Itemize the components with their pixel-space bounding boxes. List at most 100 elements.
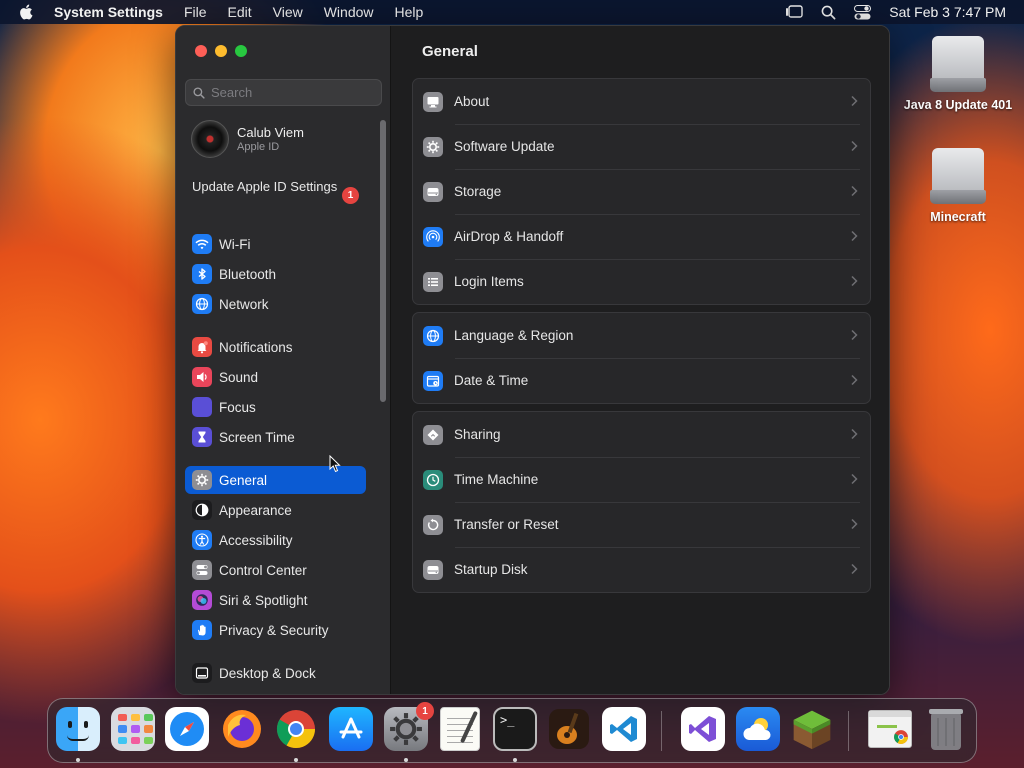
- avatar: [191, 120, 229, 158]
- settings-group: About Software Update Storage AirDrop & Han…: [412, 78, 871, 305]
- dock-badge: 1: [416, 702, 434, 720]
- sidebar-item-label: Bluetooth: [219, 266, 277, 282]
- desktop-icon-minecraft[interactable]: Minecraft: [898, 148, 1018, 224]
- settings-row-airdrop-handoff[interactable]: AirDrop & Handoff: [413, 214, 870, 259]
- sidebar-item-focus[interactable]: Focus: [185, 393, 366, 421]
- account-subtitle: Apple ID: [237, 141, 280, 153]
- settings-row-about[interactable]: About: [413, 79, 870, 124]
- globe-icon: [423, 325, 443, 346]
- globe-icon: [192, 294, 212, 314]
- textedit-icon[interactable]: [438, 707, 482, 751]
- disk-icon: [930, 36, 986, 92]
- minimize-button[interactable]: [215, 45, 227, 57]
- menu-help[interactable]: Help: [395, 4, 424, 20]
- sidebar-item-label: Sound: [219, 369, 259, 385]
- settings-row-software-update[interactable]: Software Update: [413, 124, 870, 169]
- chevron-right-icon: [851, 230, 858, 242]
- appearance-icon: [192, 500, 212, 520]
- desktop-icon-java[interactable]: Java 8 Update 401: [898, 36, 1018, 112]
- settings-row-date-time[interactable]: Date & Time: [413, 358, 870, 403]
- chrome-icon[interactable]: [274, 707, 318, 751]
- settings-row-label: Storage: [454, 184, 502, 199]
- visual-studio-icon[interactable]: [681, 707, 725, 751]
- control-center-icon[interactable]: [853, 4, 871, 20]
- chevron-right-icon: [851, 329, 858, 341]
- menu-view[interactable]: View: [273, 4, 303, 20]
- sidebar-item-label: Siri & Spotlight: [219, 592, 308, 608]
- list-icon: [423, 271, 443, 292]
- sidebar-item-bluetooth[interactable]: Bluetooth: [185, 260, 366, 288]
- running-indicator: [513, 758, 517, 762]
- sidebar-item-privacy-security[interactable]: Privacy & Security: [185, 616, 366, 644]
- chevron-right-icon: [851, 374, 858, 386]
- sidebar-item-label: Accessibility: [219, 532, 293, 548]
- settings-row-language-region[interactable]: Language & Region: [413, 313, 870, 358]
- sidebar-item-next-partial[interactable]: [185, 691, 366, 694]
- drive-icon: [423, 181, 443, 202]
- search-icon: [193, 86, 205, 99]
- search-input[interactable]: [211, 85, 371, 100]
- calendar-icon: [423, 370, 443, 391]
- garageband-icon[interactable]: [547, 707, 591, 751]
- minecraft-icon[interactable]: [790, 707, 834, 751]
- settings-row-startup-disk[interactable]: Startup Disk: [413, 547, 870, 592]
- settings-row-transfer-or-reset[interactable]: Transfer or Reset: [413, 502, 870, 547]
- gear-icon: [423, 136, 443, 157]
- menu-file[interactable]: File: [184, 4, 207, 20]
- settings-row-sharing[interactable]: Sharing: [413, 412, 870, 457]
- wifi-icon: [192, 234, 212, 254]
- menu-window[interactable]: Window: [324, 4, 374, 20]
- bell-icon: [192, 337, 212, 357]
- sidebar-item-screen-time[interactable]: Screen Time: [185, 423, 366, 451]
- gear-icon: [192, 470, 212, 490]
- settings-row-storage[interactable]: Storage: [413, 169, 870, 214]
- dock: 1 >_: [47, 698, 977, 763]
- finder-icon[interactable]: [56, 707, 100, 751]
- siri-icon: [192, 590, 212, 610]
- close-button[interactable]: [195, 45, 207, 57]
- trash-icon[interactable]: [924, 707, 968, 751]
- search-field[interactable]: [185, 79, 382, 106]
- system-settings-window: Calub Viem Apple ID Update Apple ID Sett…: [175, 25, 890, 695]
- spotlight-search-icon[interactable]: [819, 4, 837, 20]
- apple-menu-icon[interactable]: [18, 3, 36, 21]
- sidebar-item-desktop-dock[interactable]: Desktop & Dock: [185, 659, 366, 687]
- sidebar-item-label: Privacy & Security: [219, 622, 329, 638]
- sidebar-item-label: Control Center: [219, 562, 307, 578]
- sidebar-scrollbar[interactable]: [380, 120, 386, 402]
- settings-row-time-machine[interactable]: Time Machine: [413, 457, 870, 502]
- settings-row-login-items[interactable]: Login Items: [413, 259, 870, 304]
- stage-manager-icon[interactable]: [785, 4, 803, 20]
- settings-row-label: Time Machine: [454, 472, 539, 487]
- sidebar-item-network[interactable]: Network: [185, 290, 366, 318]
- speaker-icon: [192, 367, 212, 387]
- safari-icon[interactable]: [165, 707, 209, 751]
- dock-icon: [192, 663, 212, 683]
- chrome-window-icon[interactable]: [868, 707, 912, 751]
- window-controls: [195, 45, 247, 57]
- dock-separator: [661, 711, 662, 751]
- sidebar-item-wi-fi[interactable]: Wi-Fi: [185, 230, 366, 258]
- settings-row-label: AirDrop & Handoff: [454, 229, 564, 244]
- settings-row-label: Software Update: [454, 139, 555, 154]
- firefox-icon[interactable]: [220, 707, 264, 751]
- weather-icon[interactable]: [736, 707, 780, 751]
- terminal-icon[interactable]: >_: [493, 707, 537, 751]
- menu-edit[interactable]: Edit: [228, 4, 252, 20]
- launchpad-icon[interactable]: [111, 707, 155, 751]
- menu-clock[interactable]: Sat Feb 3 7:47 PM: [889, 4, 1006, 20]
- vscode-icon[interactable]: [602, 707, 646, 751]
- sidebar-item-siri-spotlight[interactable]: Siri & Spotlight: [185, 586, 366, 614]
- app-store-icon[interactable]: [329, 707, 373, 751]
- sidebar-item-notifications[interactable]: Notifications: [185, 333, 366, 361]
- zoom-button[interactable]: [235, 45, 247, 57]
- running-indicator: [76, 758, 80, 762]
- sidebar-item-sound[interactable]: Sound: [185, 363, 366, 391]
- sidebar-item-appearance[interactable]: Appearance: [185, 496, 366, 524]
- sidebar-item-control-center[interactable]: Control Center: [185, 556, 366, 584]
- menu-app-name[interactable]: System Settings: [54, 4, 163, 20]
- sidebar-item-accessibility[interactable]: Accessibility: [185, 526, 366, 554]
- update-apple-id-settings[interactable]: Update Apple ID Settings: [192, 179, 362, 195]
- airdrop-icon: [423, 226, 443, 247]
- apple-id-account[interactable]: Calub Viem Apple ID: [191, 120, 304, 158]
